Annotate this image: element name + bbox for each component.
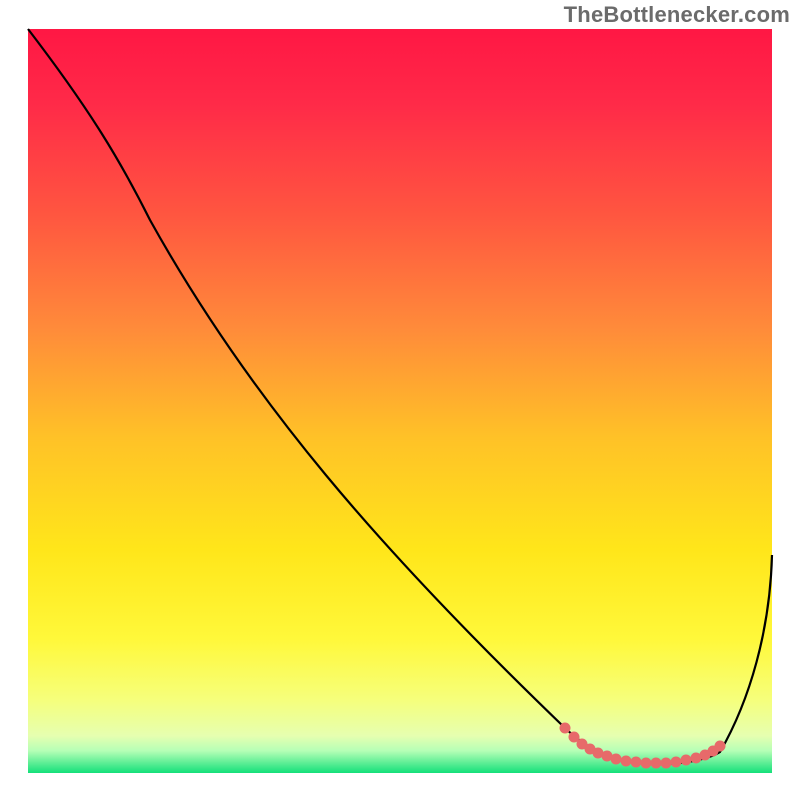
red-dot xyxy=(671,757,682,768)
red-dot xyxy=(621,756,632,767)
red-dot xyxy=(560,723,571,734)
red-dot xyxy=(715,741,726,752)
chart-background xyxy=(28,29,772,773)
red-dot xyxy=(641,758,652,769)
chart-svg xyxy=(0,0,800,800)
red-dot xyxy=(661,758,672,769)
red-dot xyxy=(681,755,692,766)
red-dot xyxy=(611,754,622,765)
red-dot xyxy=(651,758,662,769)
chart-canvas: TheBottlenecker.com xyxy=(0,0,800,800)
red-dot xyxy=(631,757,642,768)
watermark-text: TheBottlenecker.com xyxy=(564,2,790,28)
